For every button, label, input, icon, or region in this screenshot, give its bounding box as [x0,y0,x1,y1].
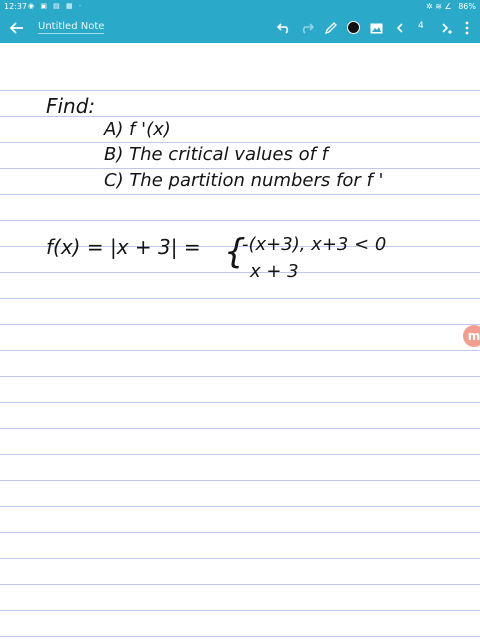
previous-page-button[interactable] [391,19,409,37]
pen-color-swatch[interactable] [347,21,360,34]
back-button[interactable] [8,19,26,37]
notification-icons: ◉ ▣ ▤ ▦ · [28,2,84,10]
case-one: -(x+3), x+3 < 0 [242,234,386,255]
insert-image-button[interactable] [367,19,385,37]
note-canvas[interactable]: Find: A) f '(x) B) The critical values o… [0,43,480,640]
signal-icons: ✲ ≋ ∠ [426,2,452,11]
undo-button[interactable] [275,19,293,37]
toolbar: Untitled Note 4 [0,13,480,43]
image-icon [370,23,382,33]
chevron-right-plus-icon [442,23,452,34]
more-options-button[interactable] [458,19,476,37]
find-label: Find: [46,94,95,118]
battery-level: 86% [458,2,476,11]
undo-icon [277,23,289,34]
case-two: x + 3 [249,261,299,282]
page-number: 4 [418,21,424,31]
pen-tool-button[interactable] [322,19,340,37]
status-right: ✲ ≋ ∠ 86% [422,0,476,13]
handwriting-layer: Find: A) f '(x) B) The critical values o… [46,94,386,282]
equation-lhs: f(x) = |x + 3| = [46,235,201,259]
status-bar: 12:37 ◉ ▣ ▤ ▦ · ✲ ≋ ∠ 86% [0,0,480,13]
next-page-button[interactable] [438,19,456,37]
status-time: 12:37 [4,2,28,11]
redo-button[interactable] [298,19,316,37]
note-title[interactable]: Untitled Note [38,21,105,34]
redo-icon [302,23,314,34]
part-c: C) The partition numbers for f ' [104,170,383,191]
pencil-icon [324,22,337,35]
part-b: B) The critical values of f [104,144,331,165]
part-a: A) f '(x) [103,119,171,140]
more-vertical-icon [465,21,469,35]
floating-app-button[interactable]: m [463,325,480,347]
chevron-left-icon [396,23,403,33]
arrow-left-icon [9,22,23,34]
